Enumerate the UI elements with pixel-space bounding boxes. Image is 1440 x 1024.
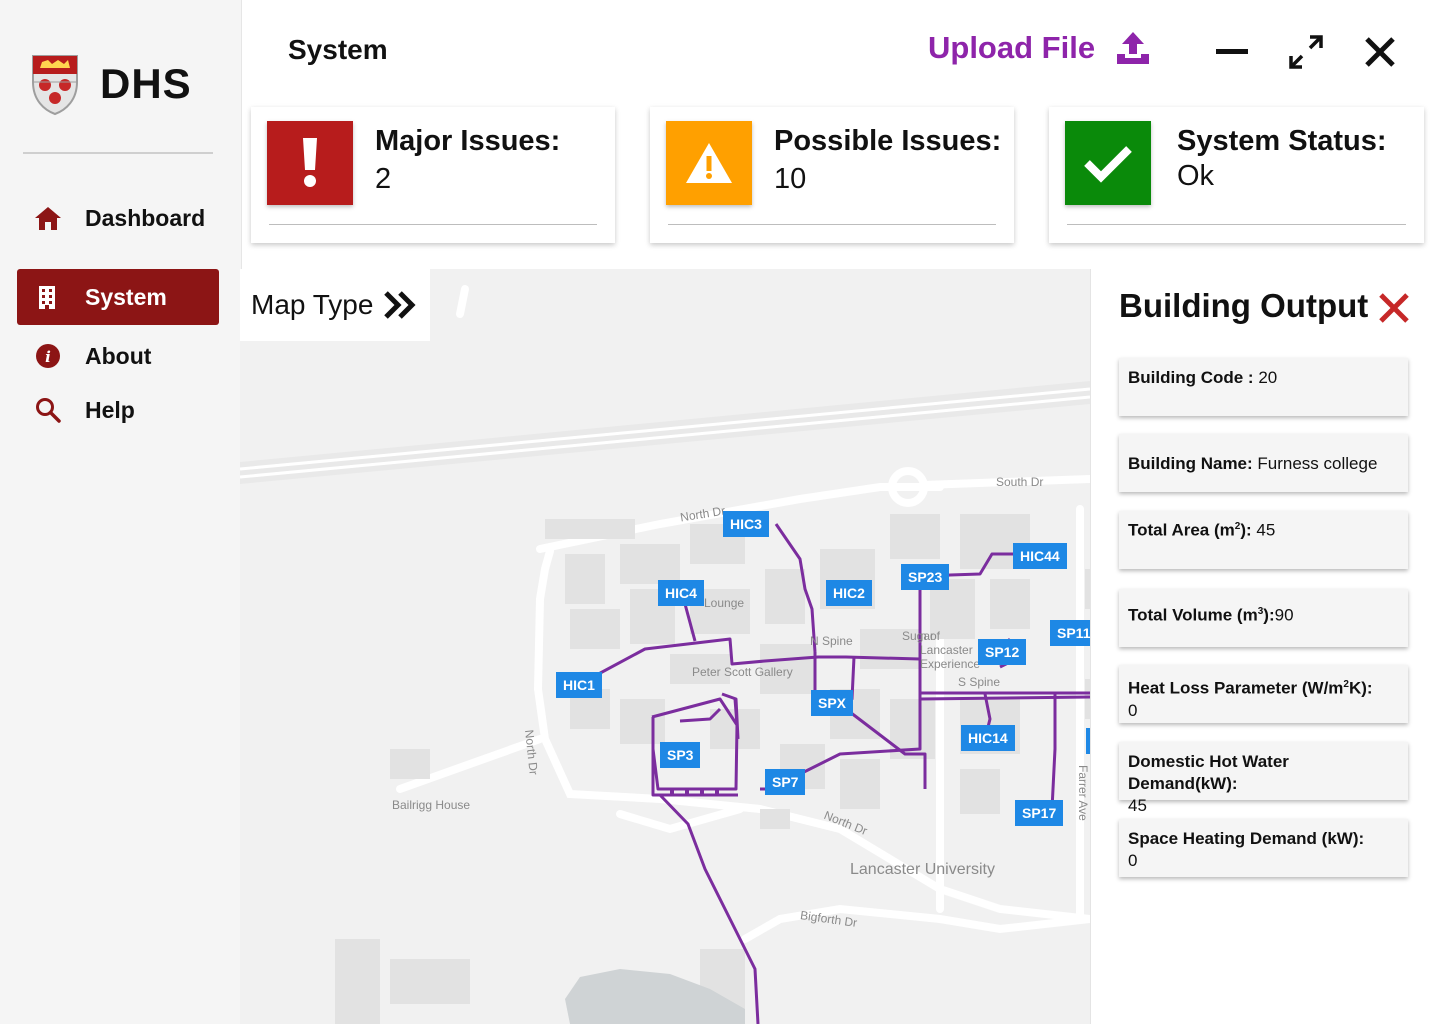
brand[interactable]: DHS	[30, 52, 192, 116]
field-domestic-hot-water-demand: Domestic Hot Water Demand(kW): 45	[1119, 742, 1408, 815]
possible-issues-card[interactable]: Possible Issues: 10	[650, 107, 1014, 243]
map-node-hic1[interactable]: HIC1	[556, 672, 602, 698]
card-value: 10	[774, 163, 807, 195]
field-value: 0	[1128, 851, 1138, 870]
map-node-hic4[interactable]: HIC4	[658, 580, 704, 606]
minimize-icon	[1216, 49, 1248, 54]
field-key: Heat Loss Parameter (W/m	[1128, 678, 1344, 698]
expand-button[interactable]	[1286, 32, 1326, 72]
map-node-sp17[interactable]: SP17	[1015, 800, 1064, 826]
double-chevron-right-icon	[384, 291, 416, 319]
home-icon	[33, 203, 63, 233]
map-node-sp11[interactable]: SP11	[1050, 620, 1090, 646]
close-button[interactable]	[1360, 32, 1400, 72]
upload-file-button[interactable]: Upload File	[928, 30, 1151, 66]
possible-issues-badge	[666, 121, 752, 205]
field-key: Building Name:	[1128, 454, 1253, 473]
sidebar-item-help[interactable]: Help	[17, 382, 219, 438]
map-node-sp7[interactable]: SP7	[765, 769, 806, 795]
field-key: Space Heating Demand (kW):	[1128, 829, 1365, 848]
sidebar-item-label: System	[85, 283, 167, 310]
sidebar-item-system[interactable]: System	[17, 269, 219, 325]
map-label-farrer-ave: Farrer Ave	[1076, 765, 1090, 821]
field-key: Building Code :	[1128, 368, 1259, 387]
close-icon	[1365, 37, 1395, 67]
info-icon: i	[33, 341, 63, 371]
exclamation-icon	[303, 138, 317, 187]
sidebar-item-label: Dashboard	[85, 204, 206, 231]
map-label-south-dr: South Dr	[996, 475, 1044, 489]
map-node-hic2[interactable]: HIC2	[826, 580, 872, 606]
map-label-n-spine: N Spine	[810, 634, 853, 648]
svg-text:i: i	[45, 348, 51, 366]
field-key: Domestic Hot Water Demand(kW):	[1128, 752, 1289, 793]
sidebar-divider	[23, 152, 213, 154]
field-key-end: K):	[1348, 678, 1373, 698]
card-divider	[668, 224, 996, 225]
card-divider	[269, 224, 597, 225]
field-key-end: ):	[1263, 605, 1275, 625]
brand-name: DHS	[100, 60, 192, 107]
major-issues-card[interactable]: Major Issues: 2	[251, 107, 615, 243]
card-title: Possible Issues:	[774, 125, 1002, 157]
sidebar-item-dashboard[interactable]: Dashboard	[17, 190, 219, 246]
card-title: System Status:	[1177, 125, 1387, 157]
map-label-bailrigg-house: Bailrigg House	[392, 798, 471, 812]
field-key: Total Volume (m	[1128, 605, 1258, 625]
map-node-spx[interactable]: SPX	[811, 690, 854, 716]
sidebar-item-about[interactable]: i About	[17, 328, 219, 384]
field-building-code: Building Code : 20	[1119, 358, 1408, 416]
search-icon	[33, 395, 63, 425]
field-key-end: ):	[1240, 520, 1257, 540]
map-node-hic44[interactable]: HIC44	[1013, 543, 1067, 569]
close-icon[interactable]	[1377, 291, 1411, 325]
map-label-peter-scott-gallery: Peter Scott Gallery	[692, 665, 793, 679]
upload-file-label: Upload File	[928, 30, 1096, 65]
panel-title: Building Output	[1119, 287, 1369, 324]
checkmark-icon	[1084, 146, 1132, 183]
upload-icon	[1117, 32, 1150, 64]
map-node-hic3[interactable]: HIC3	[723, 511, 769, 537]
major-issues-badge	[267, 121, 353, 205]
sidebar: DHS Dashboard System i About Help	[0, 0, 242, 1024]
sidebar-item-label: About	[85, 342, 152, 369]
field-key: Total Area (m	[1128, 520, 1235, 540]
card-value: Ok	[1177, 160, 1215, 192]
map-node-sp23[interactable]: SP23	[901, 564, 950, 590]
building-icon	[33, 282, 63, 312]
map-node-sp12[interactable]: SP12	[978, 639, 1027, 665]
university-crest-icon	[32, 55, 78, 116]
building-output-panel: Building Output Building Code : 20 Build…	[1090, 269, 1440, 1024]
field-heat-loss-parameter: Heat Loss Parameter (W/m2K): 0	[1119, 665, 1408, 723]
map-node-hic14[interactable]: HIC14	[961, 725, 1015, 751]
field-total-volume: Total Volume (m3):90	[1119, 589, 1408, 647]
map-label-lounge: Lounge	[704, 596, 745, 610]
map-node-sp3[interactable]: SP3	[660, 742, 701, 768]
field-value: Furness college	[1252, 454, 1378, 473]
field-space-heating-demand: Space Heating Demand (kW): 0	[1119, 819, 1408, 877]
field-value: 90	[1274, 605, 1294, 625]
card-divider	[1067, 224, 1406, 225]
map-type-toggle[interactable]: Map Type	[240, 269, 430, 341]
warning-icon	[686, 143, 732, 183]
minimize-button[interactable]	[1212, 32, 1252, 72]
page-title: System	[288, 34, 388, 65]
system-status-badge	[1065, 121, 1151, 205]
map-type-label: Map Type	[251, 289, 374, 320]
card-title: Major Issues:	[375, 125, 561, 157]
system-status-card[interactable]: System Status: Ok	[1049, 107, 1424, 243]
field-total-area: Total Area (m2): 45	[1119, 511, 1408, 569]
sidebar-item-label: Help	[85, 396, 135, 423]
expand-icon	[1289, 35, 1323, 69]
network-map[interactable]: North Dr South Dr Lounge N Spine Sugar n…	[240, 269, 1090, 1024]
field-value: 20	[1258, 368, 1278, 387]
field-building-name: Building Name: Furness college	[1119, 434, 1408, 492]
card-value: 2	[375, 163, 392, 195]
field-value: 45	[1256, 520, 1276, 540]
map-label-s-spine: S Spine	[958, 675, 1001, 689]
field-value: 45	[1128, 796, 1147, 815]
field-value: 0	[1128, 700, 1138, 720]
map-label-lancaster-university: Lancaster University	[850, 861, 995, 878]
